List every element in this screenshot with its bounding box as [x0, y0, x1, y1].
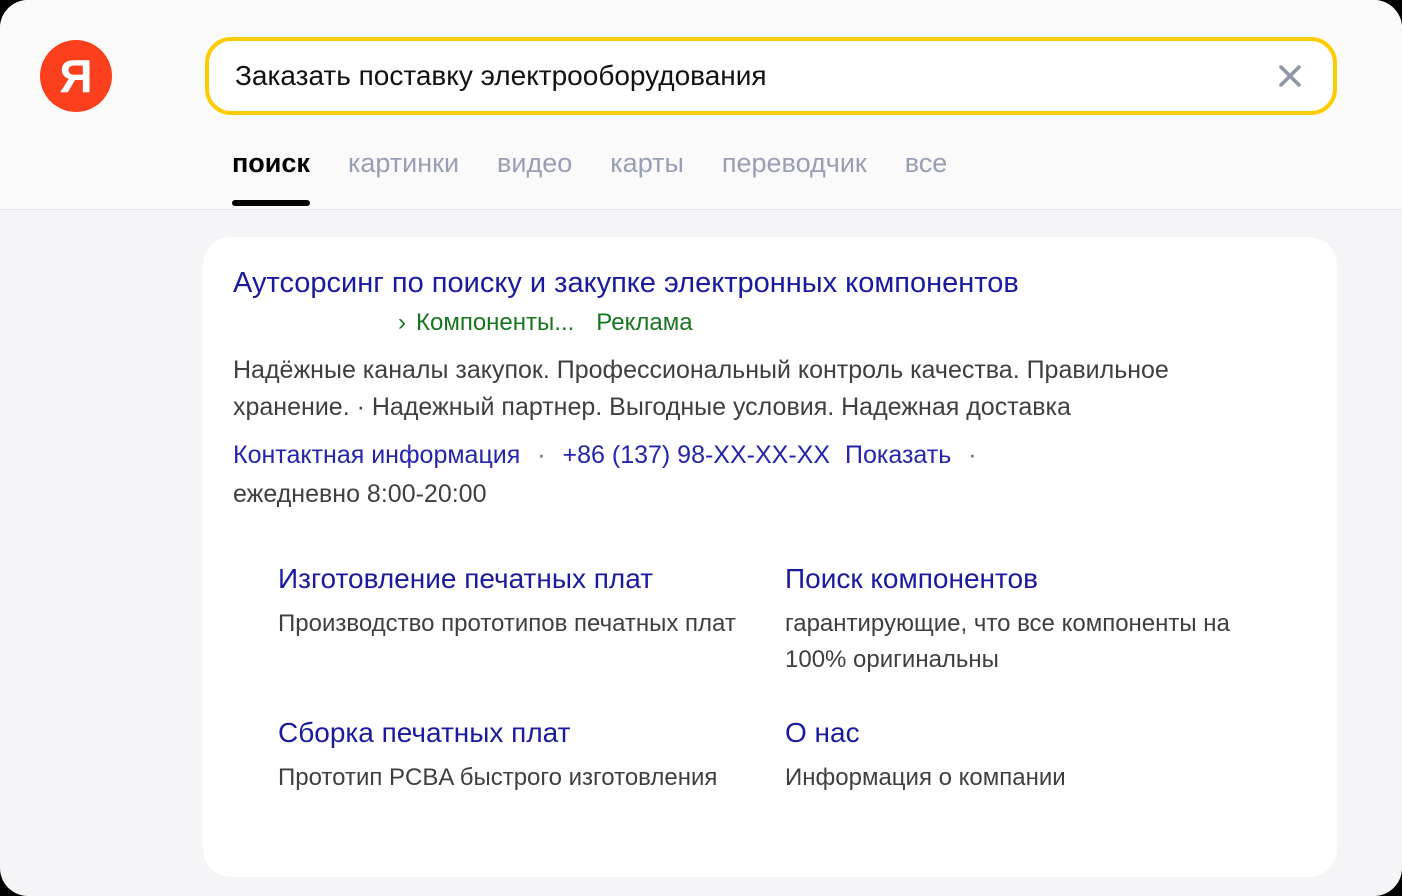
sitelinks-grid: Изготовление печатных плат Производство …: [278, 554, 1307, 796]
tab-video[interactable]: видео: [497, 148, 572, 179]
search-input[interactable]: [209, 60, 1275, 92]
dot-separator: ·: [537, 441, 545, 469]
close-icon: [1277, 63, 1303, 89]
working-hours: ежедневно 8:00-20:00: [233, 478, 1307, 510]
show-phone-button[interactable]: Показать: [845, 441, 951, 469]
phone-number-link[interactable]: +86 (137) 98-XX-XX-XX: [563, 441, 831, 469]
tab-all[interactable]: все: [905, 148, 948, 179]
sitelink-title-link[interactable]: Сборка печатных плат: [278, 708, 748, 758]
sitelink-description: Производство прототипов печатных плат: [278, 606, 748, 642]
yandex-logo[interactable]: Я: [40, 40, 112, 112]
sitelink-description: гарантирующие, что все компоненты на 100…: [785, 606, 1255, 678]
sitelink-pcb-assembly: Сборка печатных плат Прототип PCBA быстр…: [278, 708, 785, 796]
result-title-link[interactable]: Аутсорсинг по поиску и закупке электронн…: [233, 265, 1307, 301]
tab-translator[interactable]: переводчик: [722, 148, 867, 179]
tab-search[interactable]: поиск: [232, 148, 310, 179]
sitelink-title-link[interactable]: О нас: [785, 708, 1255, 758]
clear-search-button[interactable]: [1275, 61, 1305, 91]
tab-images[interactable]: картинки: [348, 148, 459, 179]
sitelink-pcb-manufacturing: Изготовление печатных плат Производство …: [278, 554, 785, 678]
sitelink-component-search: Поиск компонентов гарантирующие, что все…: [785, 554, 1307, 678]
breadcrumb: › Компоненты... Реклама: [398, 309, 1307, 337]
yandex-logo-letter: Я: [59, 49, 92, 103]
ad-badge: Реклама: [596, 309, 692, 337]
search-box: [205, 37, 1337, 115]
sitelink-title-link[interactable]: Поиск компонентов: [785, 554, 1255, 604]
result-description: Надёжные каналы закупок. Профессиональны…: [233, 352, 1273, 426]
search-tabs: поиск картинки видео карты переводчик вс…: [232, 148, 947, 179]
contact-row: Контактная информация · +86 (137) 98-XX-…: [233, 439, 1307, 471]
sitelink-title-link[interactable]: Изготовление печатных плат: [278, 554, 748, 604]
search-result-card: Аутсорсинг по поиску и закупке электронн…: [203, 237, 1337, 877]
sitelink-description: Информация о компании: [785, 760, 1255, 796]
sitelink-about-us: О нас Информация о компании: [785, 708, 1307, 796]
tab-maps[interactable]: карты: [610, 148, 684, 179]
contact-info-link[interactable]: Контактная информация: [233, 441, 520, 469]
sitelink-description: Прототип PCBA быстрого изготовления: [278, 760, 748, 796]
breadcrumb-path-link[interactable]: Компоненты...: [416, 309, 574, 337]
search-header: Я поиск картинки видео карты переводчик …: [0, 0, 1402, 210]
browser-page: Я поиск картинки видео карты переводчик …: [0, 0, 1402, 896]
dot-separator: ·: [968, 441, 976, 469]
chevron-right-icon: ›: [398, 309, 406, 337]
